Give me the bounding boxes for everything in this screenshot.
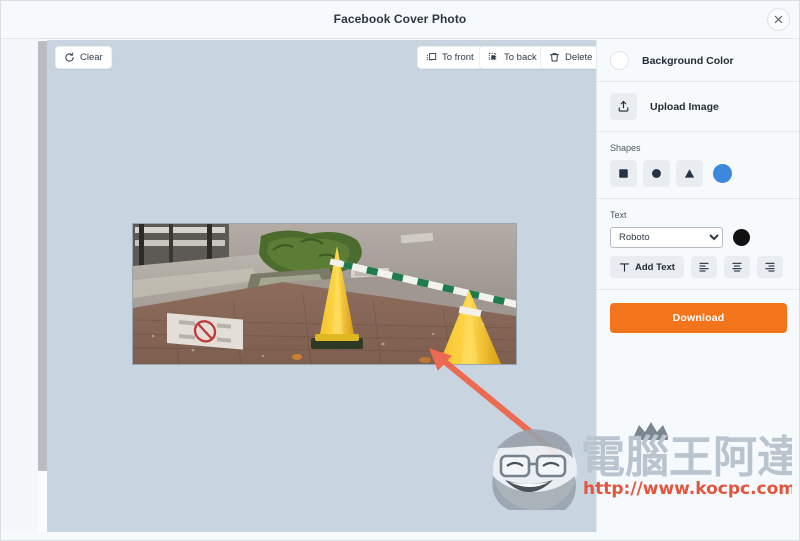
upload-icon <box>618 100 629 112</box>
upload-button[interactable] <box>610 93 637 120</box>
shapes-heading: Shapes <box>610 143 641 153</box>
to-front-button[interactable]: To front <box>417 46 483 69</box>
align-center-icon <box>732 262 742 272</box>
text-color-swatch[interactable] <box>733 229 750 246</box>
shapes-section: Shapes <box>597 132 800 199</box>
to-back-button-label: To back <box>504 52 537 63</box>
close-button[interactable] <box>767 8 790 31</box>
trash-icon <box>549 52 560 63</box>
page-left-gutter <box>0 39 38 532</box>
align-left-button[interactable] <box>690 256 717 278</box>
bring-to-front-icon <box>426 52 437 63</box>
canvas-area[interactable]: Clear To front To back Delete <box>47 40 596 532</box>
background-color-label: Background Color <box>642 54 734 67</box>
to-front-button-label: To front <box>442 52 474 63</box>
square-shape-icon <box>619 169 628 178</box>
shape-triangle-button[interactable] <box>676 160 703 187</box>
background-color-section: Background Color <box>597 40 800 82</box>
shape-color-swatch[interactable] <box>713 164 732 183</box>
clear-button[interactable]: Clear <box>55 46 112 69</box>
align-right-button[interactable] <box>756 256 783 278</box>
canvas-photo-object[interactable] <box>132 223 517 365</box>
window-titlebar: Facebook Cover Photo <box>0 0 800 39</box>
text-heading: Text <box>610 210 627 220</box>
download-button[interactable]: Download <box>610 303 787 333</box>
add-text-label: Add Text <box>635 261 675 273</box>
upload-image-label: Upload Image <box>650 100 719 113</box>
circle-shape-icon <box>652 169 661 178</box>
page-title: Facebook Cover Photo <box>333 12 467 26</box>
upload-image-section: Upload Image <box>597 82 800 132</box>
delete-button-label: Delete <box>565 52 593 63</box>
reset-circle-arrow-icon <box>64 52 75 63</box>
font-controls-row: Roboto <box>610 227 787 248</box>
triangle-shape-icon <box>684 169 695 178</box>
editor-body: Clear To front To back Delete Background… <box>47 40 800 532</box>
font-family-select[interactable]: Roboto <box>610 227 723 248</box>
background-color-row[interactable]: Background Color <box>610 51 787 70</box>
app-window: Facebook Cover Photo Clear To front To b… <box>0 0 800 541</box>
clear-button-label: Clear <box>80 52 103 63</box>
align-center-button[interactable] <box>723 256 750 278</box>
shape-square-button[interactable] <box>610 160 637 187</box>
color-swatch-icon[interactable] <box>610 51 629 70</box>
shape-circle-button[interactable] <box>643 160 670 187</box>
traffic-cones-photo <box>133 224 516 364</box>
text-section: Text Roboto Add Text <box>597 199 800 290</box>
to-back-button[interactable]: To back <box>479 46 546 69</box>
page-scrollbar-thumb[interactable] <box>38 41 47 471</box>
right-sidebar: Background Color Upload Image Shapes Tex… <box>596 40 800 532</box>
text-buttons-row: Add Text <box>610 256 787 278</box>
align-right-icon <box>765 262 775 272</box>
align-left-icon <box>699 262 709 272</box>
shapes-row <box>610 160 787 187</box>
delete-button[interactable]: Delete <box>540 46 596 69</box>
add-text-button[interactable]: Add Text <box>610 256 684 278</box>
send-to-back-icon <box>488 52 499 63</box>
text-T-icon <box>619 262 630 272</box>
download-section: Download <box>597 290 800 333</box>
canvas-toolbar: Clear To front To back Delete <box>47 40 596 75</box>
close-icon <box>774 15 783 24</box>
upload-image-row[interactable]: Upload Image <box>610 93 787 120</box>
